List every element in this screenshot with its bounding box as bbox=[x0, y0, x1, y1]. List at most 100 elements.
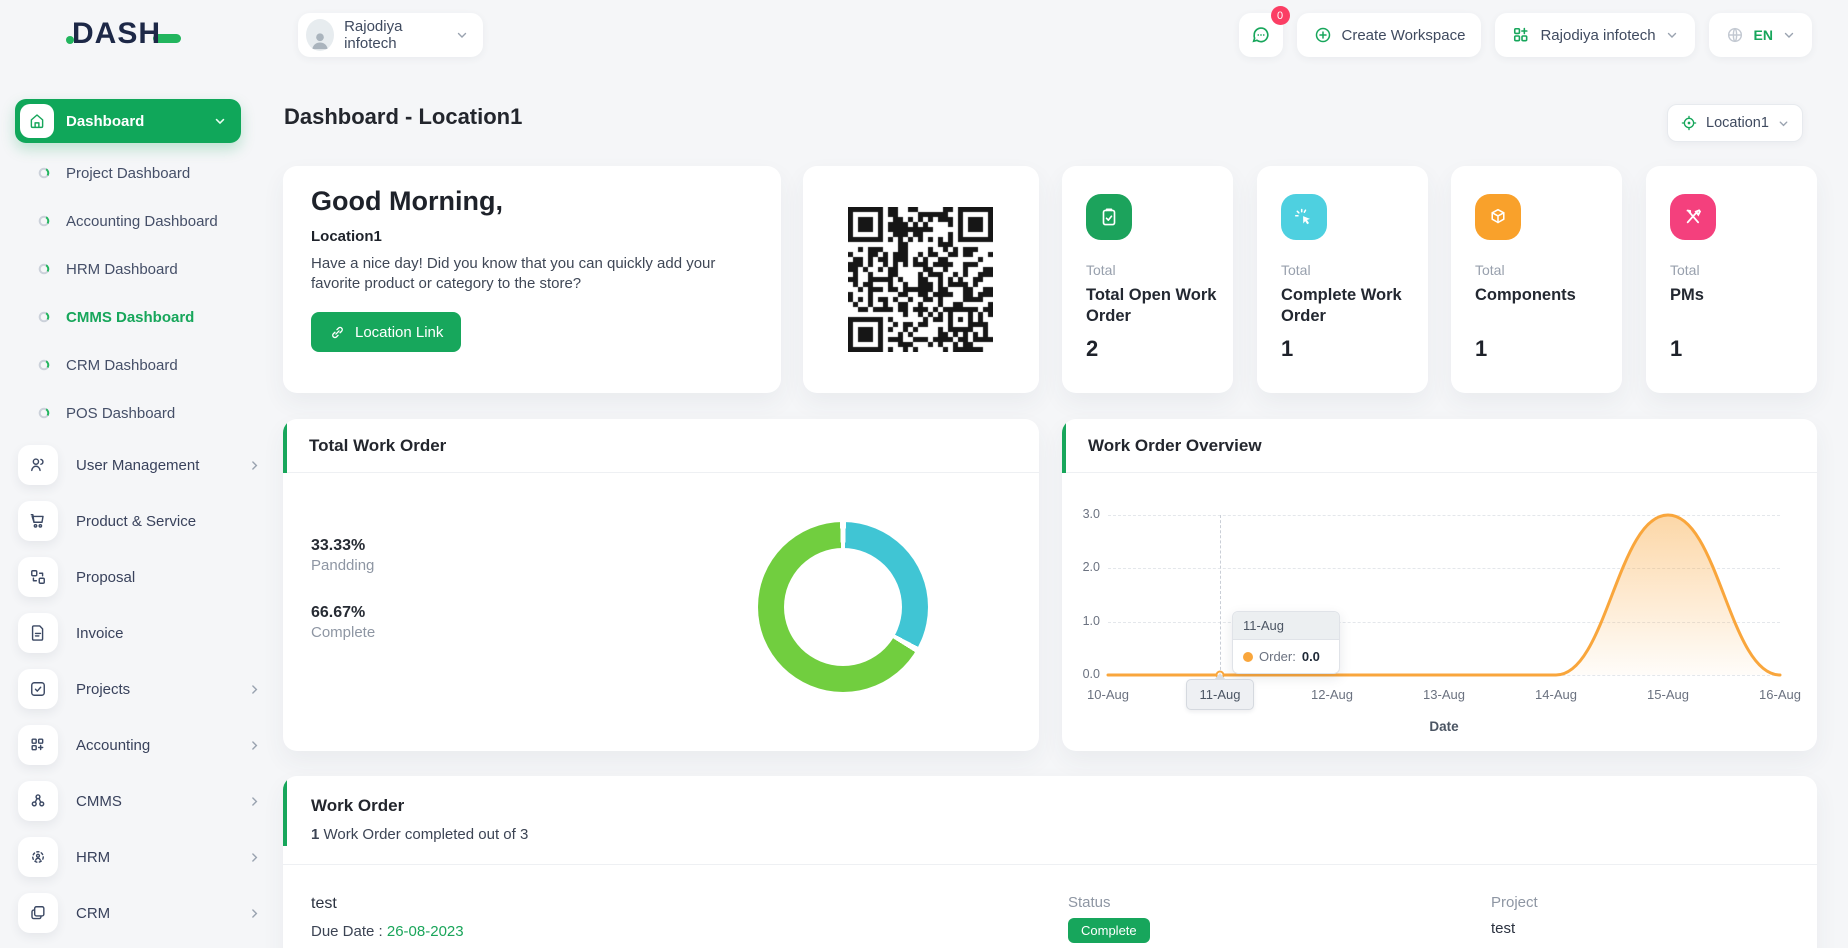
work-order-donut[interactable] bbox=[758, 522, 928, 692]
crm-icon bbox=[18, 893, 58, 933]
tooltip-value: 0.0 bbox=[1302, 649, 1320, 664]
create-workspace-label: Create Workspace bbox=[1342, 27, 1466, 44]
y-tick: 3.0 bbox=[1062, 507, 1100, 521]
sidebar-item-label: CRM bbox=[76, 905, 230, 922]
sidebar-item-label: CRM Dashboard bbox=[66, 357, 178, 374]
greeting-title: Good Morning, bbox=[311, 186, 503, 217]
sidebar-item-crm[interactable]: CRM bbox=[0, 885, 283, 941]
bullet-ring-icon bbox=[38, 167, 50, 179]
clipboard-check-icon bbox=[1086, 194, 1132, 240]
area-chart-svg bbox=[1108, 515, 1780, 675]
chevron-right-icon bbox=[248, 795, 261, 808]
x-tick: 13-Aug bbox=[1399, 687, 1489, 702]
person-icon bbox=[309, 29, 331, 51]
location-filter[interactable]: Location1 bbox=[1667, 104, 1803, 142]
location-link-label: Location Link bbox=[355, 324, 443, 341]
work-order-name: test bbox=[311, 895, 337, 913]
stat-label: PMs bbox=[1670, 285, 1802, 306]
area-chart-plot[interactable]: 11-Aug Order: 0.0 bbox=[1108, 515, 1780, 675]
x-tick: 10-Aug bbox=[1063, 687, 1153, 702]
stat-value: 1 bbox=[1281, 336, 1293, 362]
stat-card-pms: Total PMs 1 bbox=[1646, 166, 1817, 393]
sidebar-item-label: Accounting bbox=[76, 737, 230, 754]
sidebar-item-accounting[interactable]: Accounting bbox=[0, 717, 283, 773]
bullet-ring-icon bbox=[38, 359, 50, 371]
bullet-ring-icon bbox=[38, 263, 50, 275]
user-avatar bbox=[306, 19, 334, 51]
card-title: Work Order Overview bbox=[1088, 436, 1262, 456]
cmms-icon bbox=[18, 781, 58, 821]
project-value: test bbox=[1491, 920, 1515, 937]
sidebar-item-crm-dashboard[interactable]: CRM Dashboard bbox=[0, 341, 283, 389]
sidebar-item-label: HRM bbox=[76, 849, 230, 866]
app-logo[interactable]: DASH bbox=[72, 14, 181, 54]
legend-label: Complete bbox=[311, 624, 375, 641]
sidebar-item-label: POS Dashboard bbox=[66, 405, 175, 422]
legend-percent: 33.33% bbox=[311, 537, 375, 555]
stat-kicker: Total bbox=[1281, 262, 1311, 278]
stat-card-components: Total Components 1 bbox=[1451, 166, 1622, 393]
x-tick: 12-Aug bbox=[1287, 687, 1377, 702]
y-tick: 1.0 bbox=[1062, 614, 1100, 628]
sidebar-item-cmms-dashboard[interactable]: CMMS Dashboard bbox=[0, 293, 283, 341]
work-order-due-date: Due Date : 26-08-2023 bbox=[311, 923, 464, 940]
sidebar-item-project-dashboard[interactable]: Project Dashboard bbox=[0, 149, 283, 197]
bullet-ring-icon bbox=[38, 311, 50, 323]
messages-button[interactable]: 0 bbox=[1239, 13, 1283, 57]
logo-dot bbox=[66, 36, 74, 44]
sidebar-item-label: User Management bbox=[76, 457, 230, 474]
hrm-icon bbox=[18, 837, 58, 877]
card-title: Total Work Order bbox=[309, 436, 446, 456]
sidebar-item-hrm[interactable]: HRM bbox=[0, 829, 283, 885]
cmms-dashboard-page: DASH Rajodiya infotech 0 Create Workspac… bbox=[0, 0, 1848, 948]
sidebar-item-hrm-dashboard[interactable]: HRM Dashboard bbox=[0, 245, 283, 293]
sidebar-item-product-service[interactable]: Product & Service bbox=[0, 493, 283, 549]
proposal-icon bbox=[18, 557, 58, 597]
x-tick: 14-Aug bbox=[1511, 687, 1601, 702]
user-menu[interactable]: Rajodiya infotech bbox=[298, 13, 483, 57]
work-order-card: Work Order 1 Work Order completed out of… bbox=[283, 776, 1817, 948]
create-workspace-button[interactable]: Create Workspace bbox=[1297, 13, 1482, 57]
sidebar-item-pos-dashboard[interactable]: POS Dashboard bbox=[0, 389, 283, 437]
workspace-name: Rajodiya infotech bbox=[1540, 27, 1655, 44]
home-icon bbox=[20, 104, 54, 138]
tooltip-series-label: Order: bbox=[1259, 649, 1296, 664]
tooltip-header: 11-Aug bbox=[1233, 612, 1339, 640]
sidebar-item-invoice[interactable]: Invoice bbox=[0, 605, 283, 661]
sidebar-item-projects[interactable]: Projects bbox=[0, 661, 283, 717]
sidebar-item-cmms[interactable]: CMMS bbox=[0, 773, 283, 829]
work-order-summary: 1 Work Order completed out of 3 bbox=[311, 826, 1817, 843]
divider bbox=[283, 864, 1817, 865]
workspace-selector[interactable]: Rajodiya infotech bbox=[1495, 13, 1694, 57]
stat-value: 1 bbox=[1475, 336, 1487, 362]
language-selector[interactable]: EN bbox=[1709, 13, 1812, 57]
y-tick: 2.0 bbox=[1062, 560, 1100, 574]
link-icon bbox=[329, 324, 346, 341]
y-tick: 0.0 bbox=[1062, 667, 1100, 681]
sidebar-item-label: Proposal bbox=[76, 569, 261, 586]
chevron-right-icon bbox=[248, 851, 261, 864]
sidebar: Dashboard Project Dashboard Accounting D… bbox=[0, 70, 283, 948]
click-icon bbox=[1281, 194, 1327, 240]
status-badge: Complete bbox=[1068, 918, 1150, 943]
greeting-message: Have a nice day! Did you know that you c… bbox=[311, 254, 751, 294]
projects-icon bbox=[18, 669, 58, 709]
sidebar-item-accounting-dashboard[interactable]: Accounting Dashboard bbox=[0, 197, 283, 245]
stat-label: Complete Work Order bbox=[1281, 285, 1413, 327]
cube-icon bbox=[1475, 194, 1521, 240]
sidebar-item-label: Project Dashboard bbox=[66, 165, 190, 182]
location-link-button[interactable]: Location Link bbox=[311, 312, 461, 352]
donut-legend: 33.33% Pandding 66.67% Complete bbox=[311, 537, 375, 671]
chevron-right-icon bbox=[248, 739, 261, 752]
sidebar-item-label: Projects bbox=[76, 681, 230, 698]
sidebar-item-proposal[interactable]: Proposal bbox=[0, 549, 283, 605]
sidebar-item-dashboard[interactable]: Dashboard bbox=[15, 99, 241, 143]
x-tick: 15-Aug bbox=[1623, 687, 1713, 702]
accounting-icon bbox=[18, 725, 58, 765]
qr-card bbox=[803, 166, 1039, 393]
chevron-down-icon bbox=[213, 114, 227, 128]
location-qr-code bbox=[848, 207, 993, 352]
sidebar-item-label: Accounting Dashboard bbox=[66, 213, 218, 230]
sidebar-item-label: CMMS Dashboard bbox=[66, 309, 194, 326]
sidebar-item-user-management[interactable]: User Management bbox=[0, 437, 283, 493]
